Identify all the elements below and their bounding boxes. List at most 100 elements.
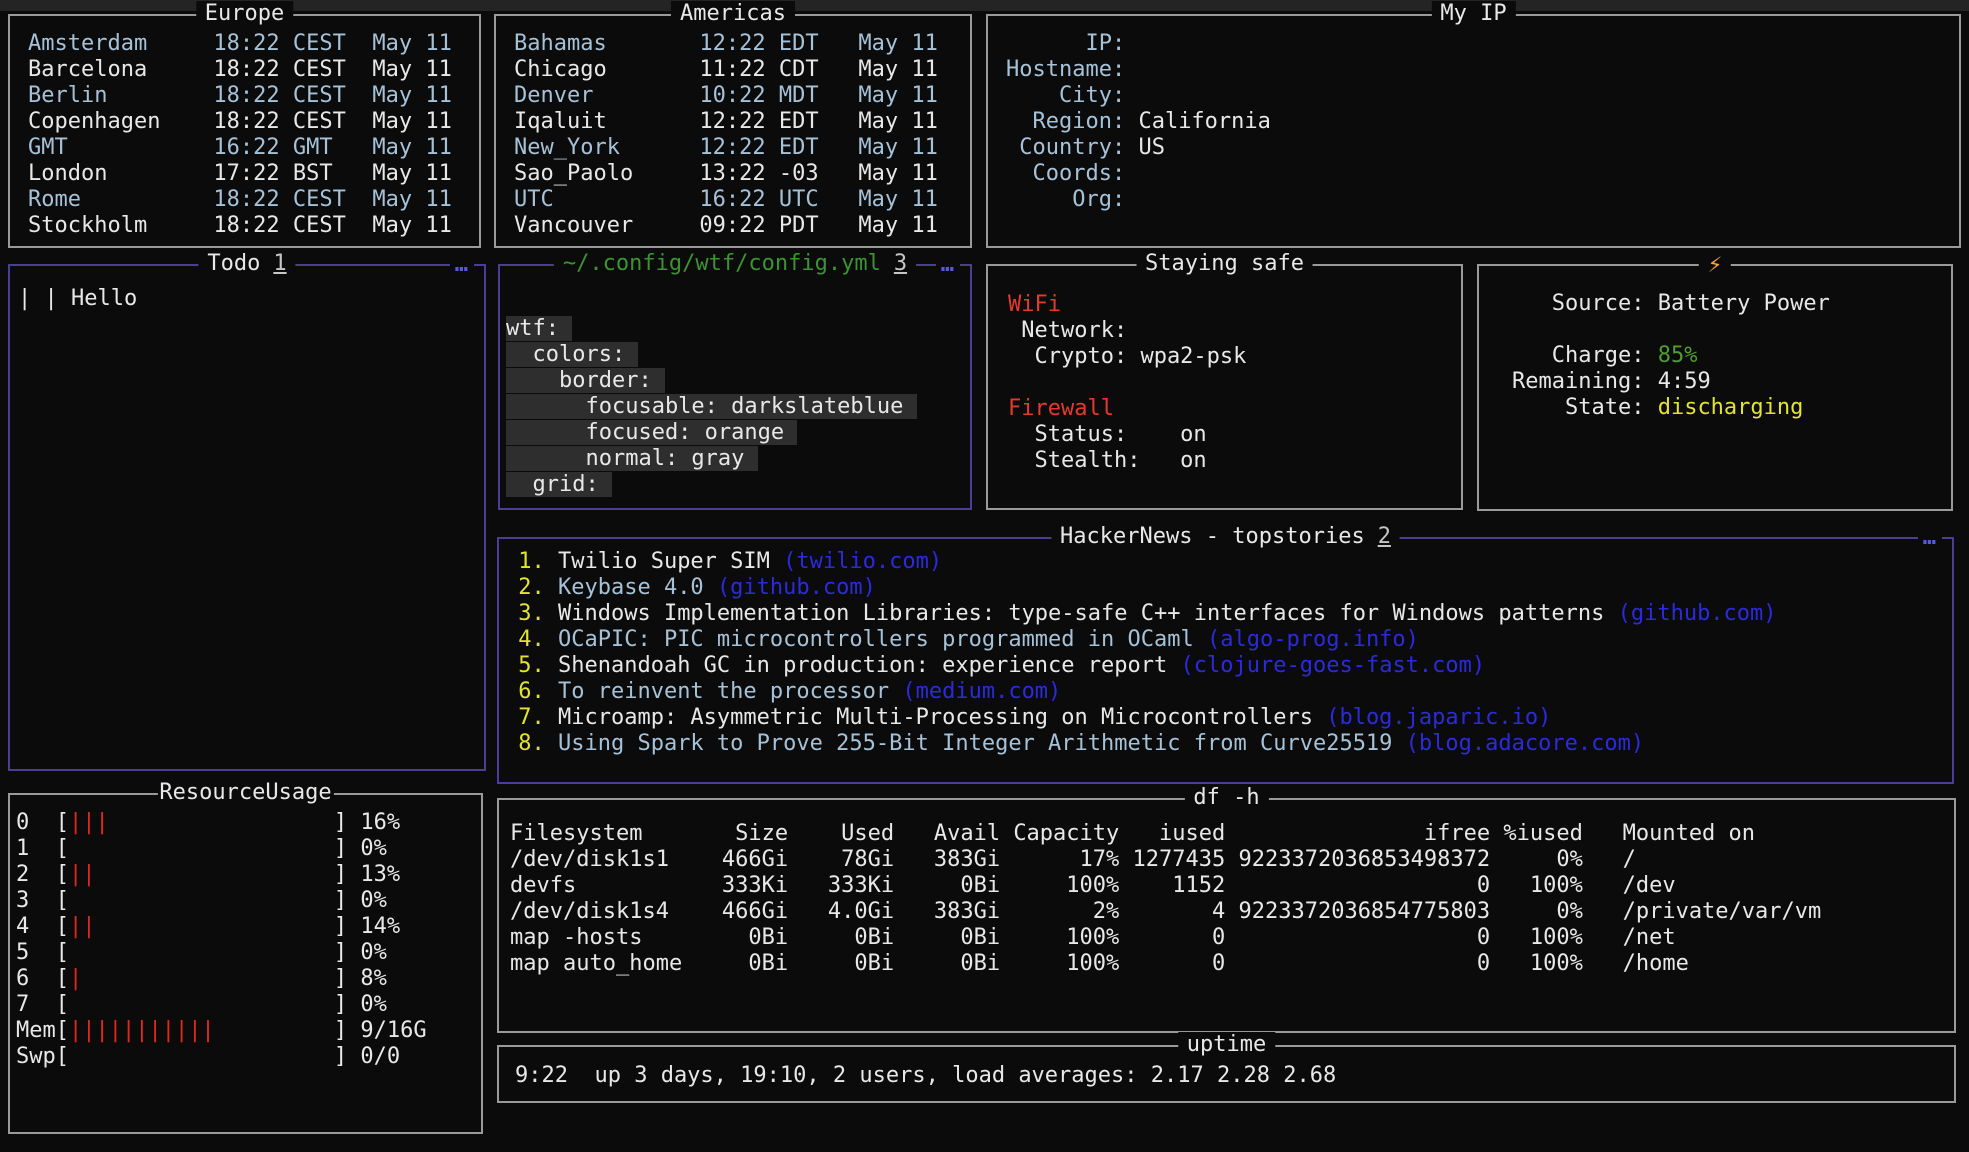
wtf-dashboard: Europe Amsterdam 18:22 CEST May 11Barcel… (0, 0, 1969, 1152)
window-top-edge (0, 0, 1969, 11)
hn-item[interactable]: 4. OCaPIC: PIC microcontrollers programm… (505, 627, 1952, 653)
battery-row: Charge: 85% (1512, 343, 1951, 369)
title-text: Todo (207, 251, 260, 276)
clock-row: Bahamas 12:22 EDT May 11 (514, 31, 970, 57)
panel-uptime: uptime 9:22 up 3 days, 19:10, 2 users, l… (497, 1045, 1956, 1103)
clock-row: Chicago 11:22 CDT May 11 (514, 57, 970, 83)
title-text: HackerNews - topstories (1060, 524, 1365, 549)
ip-info-row: Org: (1006, 187, 1959, 213)
panel-battery: ⚡ Source: Battery Power Charge: 85%Remai… (1477, 264, 1953, 511)
clock-row: Amsterdam 18:22 CEST May 11 (28, 31, 479, 57)
hn-item[interactable]: 8. Using Spark to Prove 255-Bit Integer … (505, 731, 1952, 757)
europe-clock-list: Amsterdam 18:22 CEST May 11Barcelona 18:… (10, 16, 479, 246)
ip-info-row: Country: US (1006, 135, 1959, 161)
ip-info-row: Region: California (1006, 109, 1959, 135)
config-line: normal: gray (506, 446, 970, 472)
config-line: wtf: (506, 316, 970, 342)
resource-usage-list: 0 [||| ] 16%1 [ ] 0%2 [|| ] 13%3 [ ] 0%4… (10, 795, 481, 1132)
panel-title-staying-safe: Staying safe (1136, 251, 1313, 277)
hn-item[interactable]: 6. To reinvent the processor (medium.com… (505, 679, 1952, 705)
panel-americas: Americas Bahamas 12:22 EDT May 11Chicago… (494, 14, 972, 248)
clock-row: Sao_Paolo 13:22 -03 May 11 (514, 161, 970, 187)
resource-row: 5 [ ] 0% (16, 940, 481, 966)
battery-row: Source: Battery Power (1512, 291, 1951, 317)
df-row: map auto_home 0Bi 0Bi 0Bi 100% 0 0 100% … (510, 951, 1954, 977)
ip-info-row: IP: (1006, 31, 1959, 57)
battery-row: Remaining: 4:59 (1512, 369, 1951, 395)
ip-info-row: Hostname: (1006, 57, 1959, 83)
config-line: focused: orange (506, 420, 970, 446)
todo-item[interactable]: | | Hello (18, 286, 484, 312)
americas-clock-list: Bahamas 12:22 EDT May 11Chicago 11:22 CD… (496, 16, 970, 246)
panel-my-ip: My IP IP: Hostname: City: Region: Califo… (986, 14, 1961, 248)
resource-row: 2 [|| ] 13% (16, 862, 481, 888)
clock-row: Denver 10:22 MDT May 11 (514, 83, 970, 109)
widget-shortcut-number: 3 (894, 251, 907, 276)
config-line: focusable: darkslateblue (506, 394, 970, 420)
clock-row: Rome 18:22 CEST May 11 (28, 187, 479, 213)
clock-row: UTC 16:22 UTC May 11 (514, 187, 970, 213)
hn-item[interactable]: 1. Twilio Super SIM (twilio.com) (505, 549, 1952, 575)
security-row: Status: on (1008, 422, 1461, 448)
panel-staying-safe: Staying safe WiFi Network: Crypto: wpa2-… (986, 264, 1463, 510)
hn-item[interactable]: 2. Keybase 4.0 (github.com) (505, 575, 1952, 601)
scroll-ellipsis-icon: … (936, 252, 960, 278)
clock-row: Vancouver 09:22 PDT May 11 (514, 213, 970, 239)
battery-row: State: discharging (1512, 395, 1951, 421)
title-text: ResourceUsage (159, 780, 331, 805)
todo-list: | | Hello (10, 266, 484, 769)
panel-europe: Europe Amsterdam 18:22 CEST May 11Barcel… (8, 14, 481, 248)
uptime-line: 9:22 up 3 days, 19:10, 2 users, load ave… (515, 1063, 1954, 1089)
security-section-header: Firewall (1008, 396, 1461, 422)
panel-todo[interactable]: Todo1 … | | Hello (8, 264, 486, 771)
panel-title-my-ip: My IP (1431, 1, 1515, 27)
ip-info-row: City: (1006, 83, 1959, 109)
df-row: /dev/disk1s4 466Gi 4.0Gi 383Gi 2% 4 9223… (510, 899, 1954, 925)
title-text: My IP (1440, 1, 1506, 26)
title-text: Staying safe (1145, 251, 1304, 276)
clock-row: London 17:22 BST May 11 (28, 161, 479, 187)
config-line: colors: (506, 342, 970, 368)
hn-item[interactable]: 7. Microamp: Asymmetric Multi-Processing… (505, 705, 1952, 731)
config-file-text: wtf: colors: border: focusable: darkslat… (500, 266, 970, 508)
widget-shortcut-number: 1 (273, 251, 286, 276)
title-text: ~/.config/wtf/config.yml (563, 251, 881, 276)
hn-item[interactable]: 5. Shenandoah GC in production: experien… (505, 653, 1952, 679)
security-info: WiFi Network: Crypto: wpa2-psk Firewall … (988, 266, 1461, 508)
panel-hackernews[interactable]: HackerNews - topstories2 … 1. Twilio Sup… (497, 537, 1954, 784)
panel-title-todo: Todo 1 (198, 251, 295, 277)
df-row: devfs 333Ki 333Ki 0Bi 100% 1152 0 100% /… (510, 873, 1954, 899)
clock-row: Copenhagen 18:22 CEST May 11 (28, 109, 479, 135)
df-row: /dev/disk1s1 466Gi 78Gi 383Gi 17% 127743… (510, 847, 1954, 873)
ip-info-row: Coords: (1006, 161, 1959, 187)
hn-item[interactable]: 3. Windows Implementation Libraries: typ… (505, 601, 1952, 627)
scroll-ellipsis-icon: … (1918, 525, 1942, 551)
resource-row: 3 [ ] 0% (16, 888, 481, 914)
title-text: Europe (205, 1, 284, 26)
panel-title-americas: Americas (671, 1, 795, 27)
clock-row: New_York 12:22 EDT May 11 (514, 135, 970, 161)
panel-title-uptime: uptime (1178, 1032, 1275, 1058)
title-text: df -h (1193, 785, 1259, 810)
blank-line (1008, 370, 1461, 396)
df-row: map -hosts 0Bi 0Bi 0Bi 100% 0 0 100% /ne… (510, 925, 1954, 951)
hackernews-list: 1. Twilio Super SIM (twilio.com) 2. Keyb… (499, 539, 1952, 782)
df-header-row: Filesystem Size Used Avail Capacity iuse… (510, 821, 1954, 847)
clock-row: GMT 16:22 GMT May 11 (28, 135, 479, 161)
clock-row: Berlin 18:22 CEST May 11 (28, 83, 479, 109)
resource-row: 0 [||| ] 16% (16, 810, 481, 836)
blank-line (1512, 317, 1951, 343)
security-section-header: WiFi (1008, 292, 1461, 318)
battery-info: Source: Battery Power Charge: 85%Remaini… (1479, 266, 1951, 509)
panel-df: df -h Filesystem Size Used Avail Capacit… (497, 798, 1956, 1033)
panel-title-battery: ⚡ (1699, 251, 1731, 279)
security-row: Stealth: on (1008, 448, 1461, 474)
clock-row: Barcelona 18:22 CEST May 11 (28, 57, 479, 83)
resource-row: Swp[ ] 0/0 (16, 1044, 481, 1070)
panel-title-config-file: ~/.config/wtf/config.yml 3 (554, 251, 916, 277)
panel-config-file[interactable]: ~/.config/wtf/config.yml3 … wtf: colors:… (498, 264, 972, 510)
panel-resource-usage: ResourceUsage 0 [||| ] 16%1 [ ] 0%2 [|| … (8, 793, 483, 1134)
resource-row: 6 [| ] 8% (16, 966, 481, 992)
panel-title-europe: Europe (196, 1, 293, 27)
title-text: Americas (680, 1, 786, 26)
